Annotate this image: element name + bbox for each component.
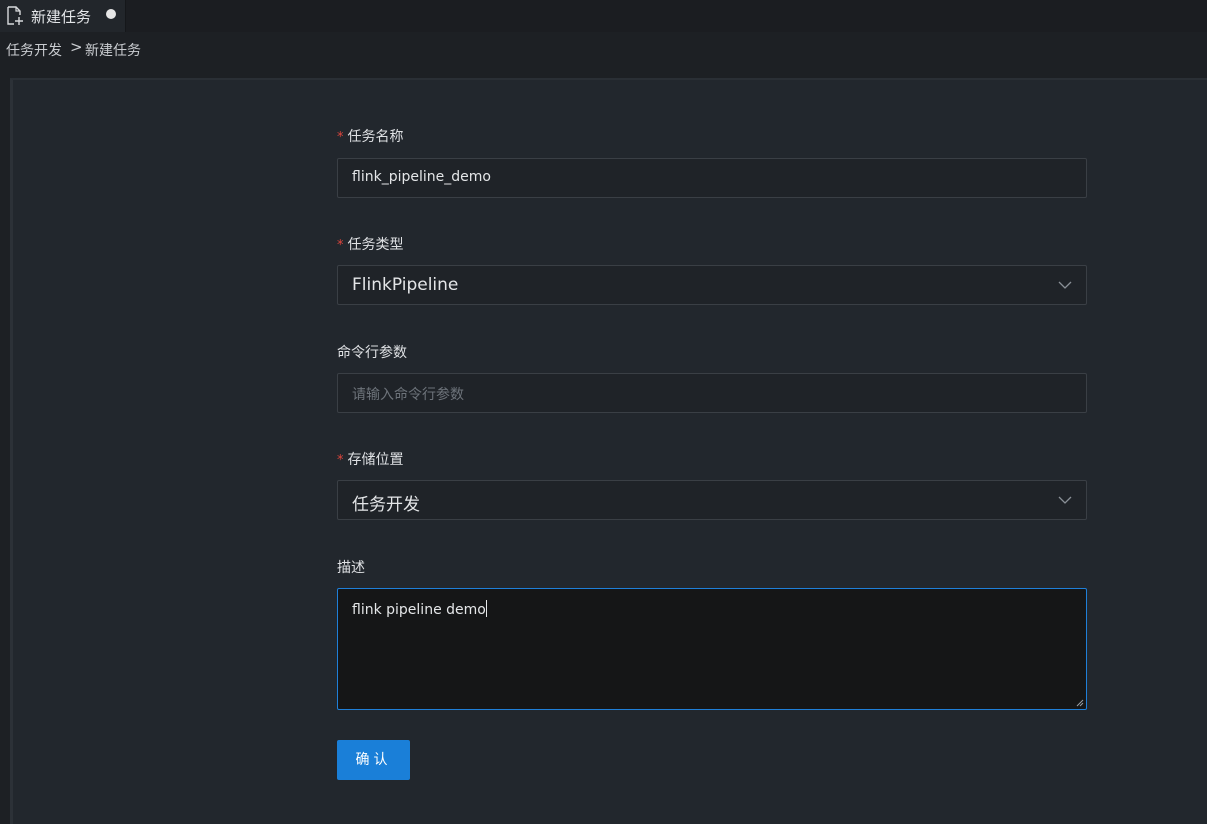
chevron-down-icon <box>1058 496 1072 504</box>
unsaved-dot-icon[interactable] <box>106 9 116 19</box>
required-mark: * <box>337 130 344 145</box>
text-caret <box>485 600 487 617</box>
cli-args-placeholder: 请输入命令行参数 <box>352 387 464 403</box>
task-name-value: flink_pipeline_demo <box>352 169 491 185</box>
new-file-icon <box>7 6 23 25</box>
description-textarea[interactable]: flink pipeline demo <box>337 588 1087 710</box>
required-mark: * <box>337 453 344 468</box>
storage-select[interactable]: 任务开发 <box>337 480 1087 520</box>
tab-bar: 新建任务 <box>0 0 1207 32</box>
task-type-label: * 任务类型 <box>337 237 404 253</box>
task-name-label: * 任务名称 <box>337 129 404 145</box>
storage-value: 任务开发 <box>352 495 420 515</box>
cli-args-label: 命令行参数 <box>337 345 407 361</box>
breadcrumb: 任务开发 > 新建任务 <box>0 32 1207 78</box>
task-type-value: FlinkPipeline <box>352 275 459 295</box>
breadcrumb-item-task-dev[interactable]: 任务开发 <box>6 40 62 60</box>
description-value: flink pipeline demo <box>352 600 487 618</box>
tab-title: 新建任务 <box>31 8 92 26</box>
breadcrumb-separator: > <box>70 38 83 56</box>
task-type-select[interactable]: FlinkPipeline <box>337 265 1087 305</box>
cli-args-input[interactable]: 请输入命令行参数 <box>337 373 1087 413</box>
chevron-down-icon <box>1058 281 1072 289</box>
description-label: 描述 <box>337 560 365 576</box>
tab-new-task[interactable]: 新建任务 <box>0 0 126 32</box>
breadcrumb-item-new-task: 新建任务 <box>85 43 141 59</box>
storage-label: * 存储位置 <box>337 452 404 468</box>
resize-handle-icon[interactable] <box>1076 699 1084 707</box>
required-mark: * <box>337 238 344 253</box>
confirm-button[interactable]: 确认 <box>337 740 410 780</box>
task-name-input[interactable]: flink_pipeline_demo <box>337 158 1087 198</box>
